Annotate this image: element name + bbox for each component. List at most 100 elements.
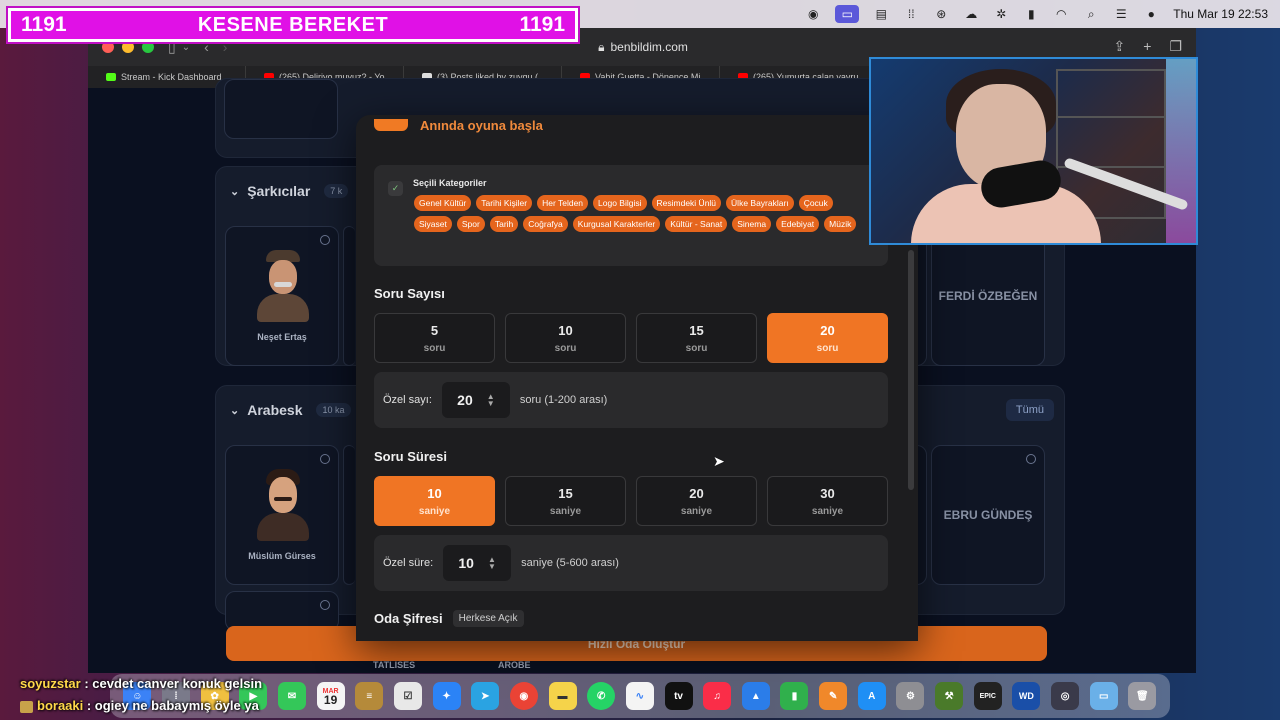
custom-count-value[interactable]: 20 bbox=[457, 392, 473, 408]
record-icon[interactable]: ⊛ bbox=[933, 7, 949, 21]
category-chip[interactable]: Tarih bbox=[489, 216, 519, 232]
mouse-cursor-icon: ➤ bbox=[713, 453, 725, 469]
reminders-icon[interactable]: ☑ bbox=[393, 682, 422, 710]
question-time-option[interactable]: 15 saniye bbox=[505, 476, 626, 526]
whatsapp-icon[interactable]: ✆ bbox=[587, 682, 616, 710]
trash-icon[interactable]: 🗑︎ bbox=[1128, 682, 1157, 710]
cloud-icon[interactable]: ☁ bbox=[963, 7, 979, 21]
messages-icon[interactable]: ✉ bbox=[277, 682, 306, 710]
wifi-icon[interactable]: ◠ bbox=[1053, 7, 1069, 21]
check-icon[interactable]: ✓ bbox=[388, 181, 403, 196]
stepper-arrows-icon[interactable]: ▲ ▼ bbox=[487, 393, 495, 408]
folder-icon[interactable]: ▭ bbox=[1089, 682, 1118, 710]
question-count-option[interactable]: 10 soru bbox=[505, 313, 626, 363]
tab-overview-icon[interactable]: ❐ bbox=[1169, 38, 1182, 55]
instant-start-label[interactable]: Anında oyuna başla bbox=[420, 118, 543, 133]
grid-icon[interactable]: ⁞⁞ bbox=[903, 7, 919, 21]
start-toggle[interactable] bbox=[374, 119, 408, 131]
singer-card[interactable]: Neşet Ertaş bbox=[225, 226, 339, 366]
siri-icon[interactable]: ● bbox=[1143, 7, 1159, 21]
close-window-button[interactable] bbox=[102, 41, 114, 53]
stage-manager-icon[interactable]: ▭ bbox=[835, 5, 860, 23]
select-radio[interactable] bbox=[320, 454, 330, 464]
category-card[interactable] bbox=[343, 445, 355, 585]
category-chip[interactable]: Ülke Bayrakları bbox=[726, 195, 794, 211]
category-chip[interactable]: Siyaset bbox=[414, 216, 452, 232]
xcode-icon[interactable]: ⚒ bbox=[935, 682, 964, 710]
category-card[interactable] bbox=[224, 79, 338, 139]
question-count-option[interactable]: 15 soru bbox=[636, 313, 757, 363]
stepper-arrows-icon[interactable]: ▲ ▼ bbox=[488, 556, 496, 571]
music-icon[interactable]: ♫ bbox=[703, 682, 732, 710]
question-count-option[interactable]: 5 soru bbox=[374, 313, 495, 363]
custom-time-stepper[interactable]: 10 ▲ ▼ bbox=[443, 545, 512, 581]
category-chip[interactable]: Coğrafya bbox=[523, 216, 568, 232]
chrome-icon[interactable]: ◉ bbox=[509, 682, 538, 710]
category-card[interactable] bbox=[225, 591, 339, 631]
question-time-option-selected[interactable]: 10 saniye bbox=[374, 476, 495, 526]
app-store-icon[interactable]: A bbox=[857, 682, 886, 710]
section-header[interactable]: ⌄ Arabesk 10 ka bbox=[230, 402, 351, 418]
lock-icon: 🔒︎ bbox=[598, 39, 605, 54]
control-center-icon[interactable]: ☰ bbox=[1113, 7, 1129, 21]
question-time-option[interactable]: 30 saniye bbox=[767, 476, 888, 526]
new-tab-icon[interactable]: + bbox=[1143, 38, 1151, 55]
chat-overlay: soyuzstar : cevdet canver konuk gelsin b… bbox=[20, 673, 262, 717]
custom-time-label: Özel süre: bbox=[383, 557, 434, 569]
category-card[interactable] bbox=[343, 226, 355, 366]
apple-tv-icon[interactable]: tv bbox=[664, 682, 693, 710]
gear-menu-icon[interactable]: ✲ bbox=[993, 7, 1009, 21]
custom-time-value[interactable]: 10 bbox=[458, 555, 474, 571]
question-time-option[interactable]: 20 saniye bbox=[636, 476, 757, 526]
stickies-icon[interactable]: ▬ bbox=[548, 682, 577, 710]
display-icon[interactable]: ▤ bbox=[873, 7, 889, 21]
singer-card[interactable]: EBRU GÜNDEŞ bbox=[931, 445, 1045, 585]
category-chip[interactable]: Edebiyat bbox=[776, 216, 820, 232]
select-radio[interactable] bbox=[320, 235, 330, 245]
category-chip[interactable]: Sinema bbox=[732, 216, 772, 232]
category-chip[interactable]: Kurgusal Karakterler bbox=[572, 216, 661, 232]
custom-count-stepper[interactable]: 20 ▲ ▼ bbox=[441, 382, 510, 418]
telegram-icon[interactable]: ➤ bbox=[471, 682, 500, 710]
select-radio[interactable] bbox=[320, 600, 330, 610]
category-chip[interactable]: Resimdeki Ünlü bbox=[651, 195, 722, 211]
room-password-row: Oda Şifresi Herkese Açık bbox=[374, 610, 524, 627]
battery-icon[interactable]: ▮ bbox=[1023, 7, 1039, 21]
share-icon[interactable]: ⇪ bbox=[1114, 38, 1126, 55]
singer-card[interactable]: Müslüm Gürses bbox=[225, 445, 339, 585]
disk-utility-icon[interactable]: ◎ bbox=[1051, 682, 1080, 710]
obs-icon[interactable]: ◉ bbox=[805, 7, 821, 21]
search-icon[interactable]: ⌕ bbox=[1083, 7, 1099, 21]
chevron-down-icon[interactable]: ⌄ bbox=[182, 42, 190, 53]
epic-games-icon[interactable]: EPIC bbox=[973, 682, 1002, 710]
category-chip[interactable]: Kültür - Sanat bbox=[665, 216, 728, 232]
safari-icon[interactable]: ✦ bbox=[432, 682, 461, 710]
modal-scrollbar[interactable] bbox=[908, 250, 914, 490]
menu-clock[interactable]: Thu Mar 19 22:53 bbox=[1173, 7, 1268, 21]
chat-username: boraaki bbox=[37, 698, 84, 713]
pages-icon[interactable]: ✎ bbox=[819, 682, 848, 710]
system-settings-icon[interactable]: ⚙ bbox=[896, 682, 925, 710]
category-chip[interactable]: Çocuk bbox=[798, 195, 833, 211]
minimize-window-button[interactable] bbox=[122, 41, 134, 53]
category-chip[interactable]: Logo Bilgisi bbox=[593, 195, 647, 211]
maximize-window-button[interactable] bbox=[142, 41, 154, 53]
singer-card[interactable]: FERDİ ÖZBEĞEN bbox=[931, 226, 1045, 366]
select-all-button[interactable]: Tümü bbox=[1005, 399, 1054, 421]
custom-count-hint: soru (1-200 arası) bbox=[519, 394, 608, 406]
wd-icon[interactable]: WD bbox=[1012, 682, 1041, 710]
freeform-icon[interactable]: ∿ bbox=[625, 682, 654, 710]
category-chip[interactable]: Genel Kültür bbox=[414, 195, 472, 211]
category-chip[interactable]: Spor bbox=[456, 216, 485, 232]
select-radio[interactable] bbox=[1026, 454, 1036, 464]
notes-icon[interactable]: ≡ bbox=[355, 682, 384, 710]
category-chip[interactable]: Müzik bbox=[824, 216, 857, 232]
public-badge[interactable]: Herkese Açık bbox=[452, 610, 524, 627]
section-header[interactable]: ⌄ Şarkıcılar 7 k bbox=[230, 183, 349, 199]
category-chip[interactable]: Tarihi Kişiler bbox=[476, 195, 533, 211]
category-chip[interactable]: Her Telden bbox=[537, 195, 589, 211]
question-count-option-selected[interactable]: 20 soru bbox=[767, 313, 888, 363]
calendar-icon[interactable]: MAR 19 bbox=[316, 682, 345, 710]
numbers-icon[interactable]: ▮ bbox=[780, 682, 809, 710]
keynote-icon[interactable]: ▲ bbox=[741, 682, 770, 710]
